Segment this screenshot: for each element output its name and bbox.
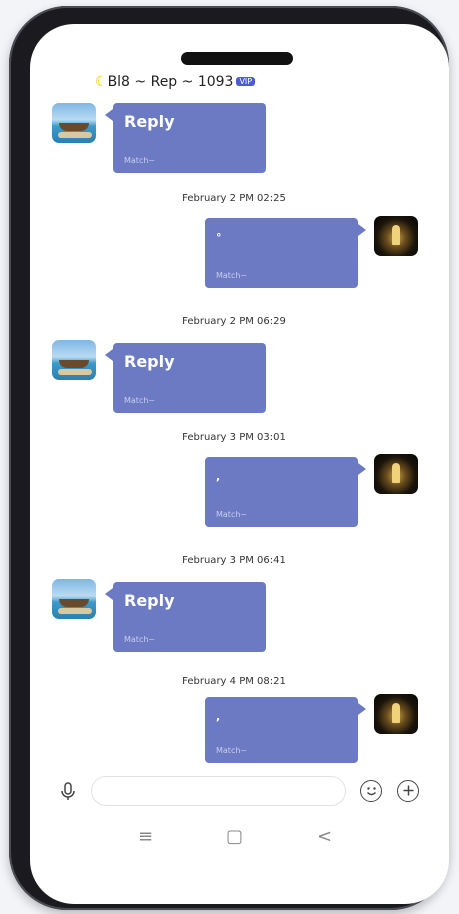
message-text: ° (216, 231, 222, 244)
message-caption: Match~ (124, 635, 156, 644)
outgoing-message[interactable]: ° Match~ (205, 218, 366, 288)
incoming-message[interactable]: Reply Match~ (105, 103, 266, 173)
recents-nav-button[interactable]: ≡ (138, 826, 153, 848)
my-avatar[interactable] (374, 694, 418, 734)
message-caption: Match~ (216, 271, 248, 280)
incoming-message[interactable]: Reply Match~ (105, 582, 266, 652)
message-text: Reply (124, 112, 175, 131)
chat-title: Bl8 ~ Rep ~ 1093 (107, 74, 234, 90)
chat-header: ☾Bl8 ~ Rep ~ 1093 VIP (95, 74, 256, 92)
timestamp: February 2 PM 02:25 (182, 193, 286, 204)
home-nav-button[interactable]: ▢ (226, 826, 243, 848)
timestamp: February 3 PM 06:41 (182, 555, 286, 566)
timestamp: February 3 PM 03:01 (182, 432, 286, 443)
timestamp: February 4 PM 08:21 (182, 676, 286, 687)
camera-notch (181, 52, 293, 65)
timestamp: February 2 PM 06:29 (182, 316, 286, 327)
microphone-icon[interactable] (55, 780, 81, 804)
contact-avatar[interactable] (52, 103, 96, 143)
smiley-icon[interactable] (360, 780, 382, 802)
message-text: , (216, 710, 221, 723)
vip-badge: VIP (236, 77, 256, 86)
my-avatar[interactable] (374, 454, 418, 494)
message-text: , (216, 470, 221, 483)
message-text: Reply (124, 352, 175, 371)
contact-avatar[interactable] (52, 579, 96, 619)
message-caption: Match~ (216, 510, 248, 519)
contact-avatar[interactable] (52, 340, 96, 380)
outgoing-message[interactable]: , Match~ (205, 697, 366, 763)
my-avatar[interactable] (374, 216, 418, 256)
message-caption: Match~ (124, 156, 156, 165)
message-input[interactable] (91, 776, 346, 806)
message-caption: Match~ (124, 396, 156, 405)
incoming-message[interactable]: Reply Match~ (105, 343, 266, 413)
back-nav-button[interactable]: < (317, 826, 332, 848)
message-caption: Match~ (216, 746, 248, 755)
moon-icon: ☾ (95, 74, 108, 90)
message-text: Reply (124, 591, 175, 610)
outgoing-message[interactable]: , Match~ (205, 457, 366, 527)
plus-circle-icon[interactable] (397, 780, 419, 802)
